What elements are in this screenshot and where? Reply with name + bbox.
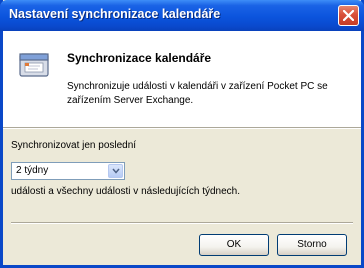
chevron-down-icon xyxy=(112,168,120,174)
header-panel xyxy=(3,31,361,127)
window-title: Nastavení synchronizace kalendáře xyxy=(9,7,221,21)
ok-button[interactable]: OK xyxy=(199,234,269,256)
header-description: Synchronizuje události v kalendáři v zař… xyxy=(67,81,328,106)
close-button[interactable] xyxy=(338,5,359,26)
close-icon xyxy=(343,10,354,21)
footer-divider xyxy=(11,222,353,224)
header-title: Synchronizace kalendáře xyxy=(67,51,212,65)
dropdown-button[interactable] xyxy=(108,164,123,178)
sync-range-label: Synchronizovat jen poslední xyxy=(11,140,137,151)
title-bar[interactable]: Nastavení synchronizace kalendáře xyxy=(0,0,364,31)
sync-range-value: 2 týdny xyxy=(16,165,49,176)
header-divider xyxy=(3,127,361,129)
sync-range-select[interactable]: 2 týdny xyxy=(11,162,125,180)
cancel-button[interactable]: Storno xyxy=(277,234,347,256)
calendar-sync-icon xyxy=(19,53,49,77)
dialog-window: Nastavení synchronizace kalendáře Synchr… xyxy=(0,0,364,268)
sync-range-suffix: události a všechny události v následujíc… xyxy=(11,186,241,197)
